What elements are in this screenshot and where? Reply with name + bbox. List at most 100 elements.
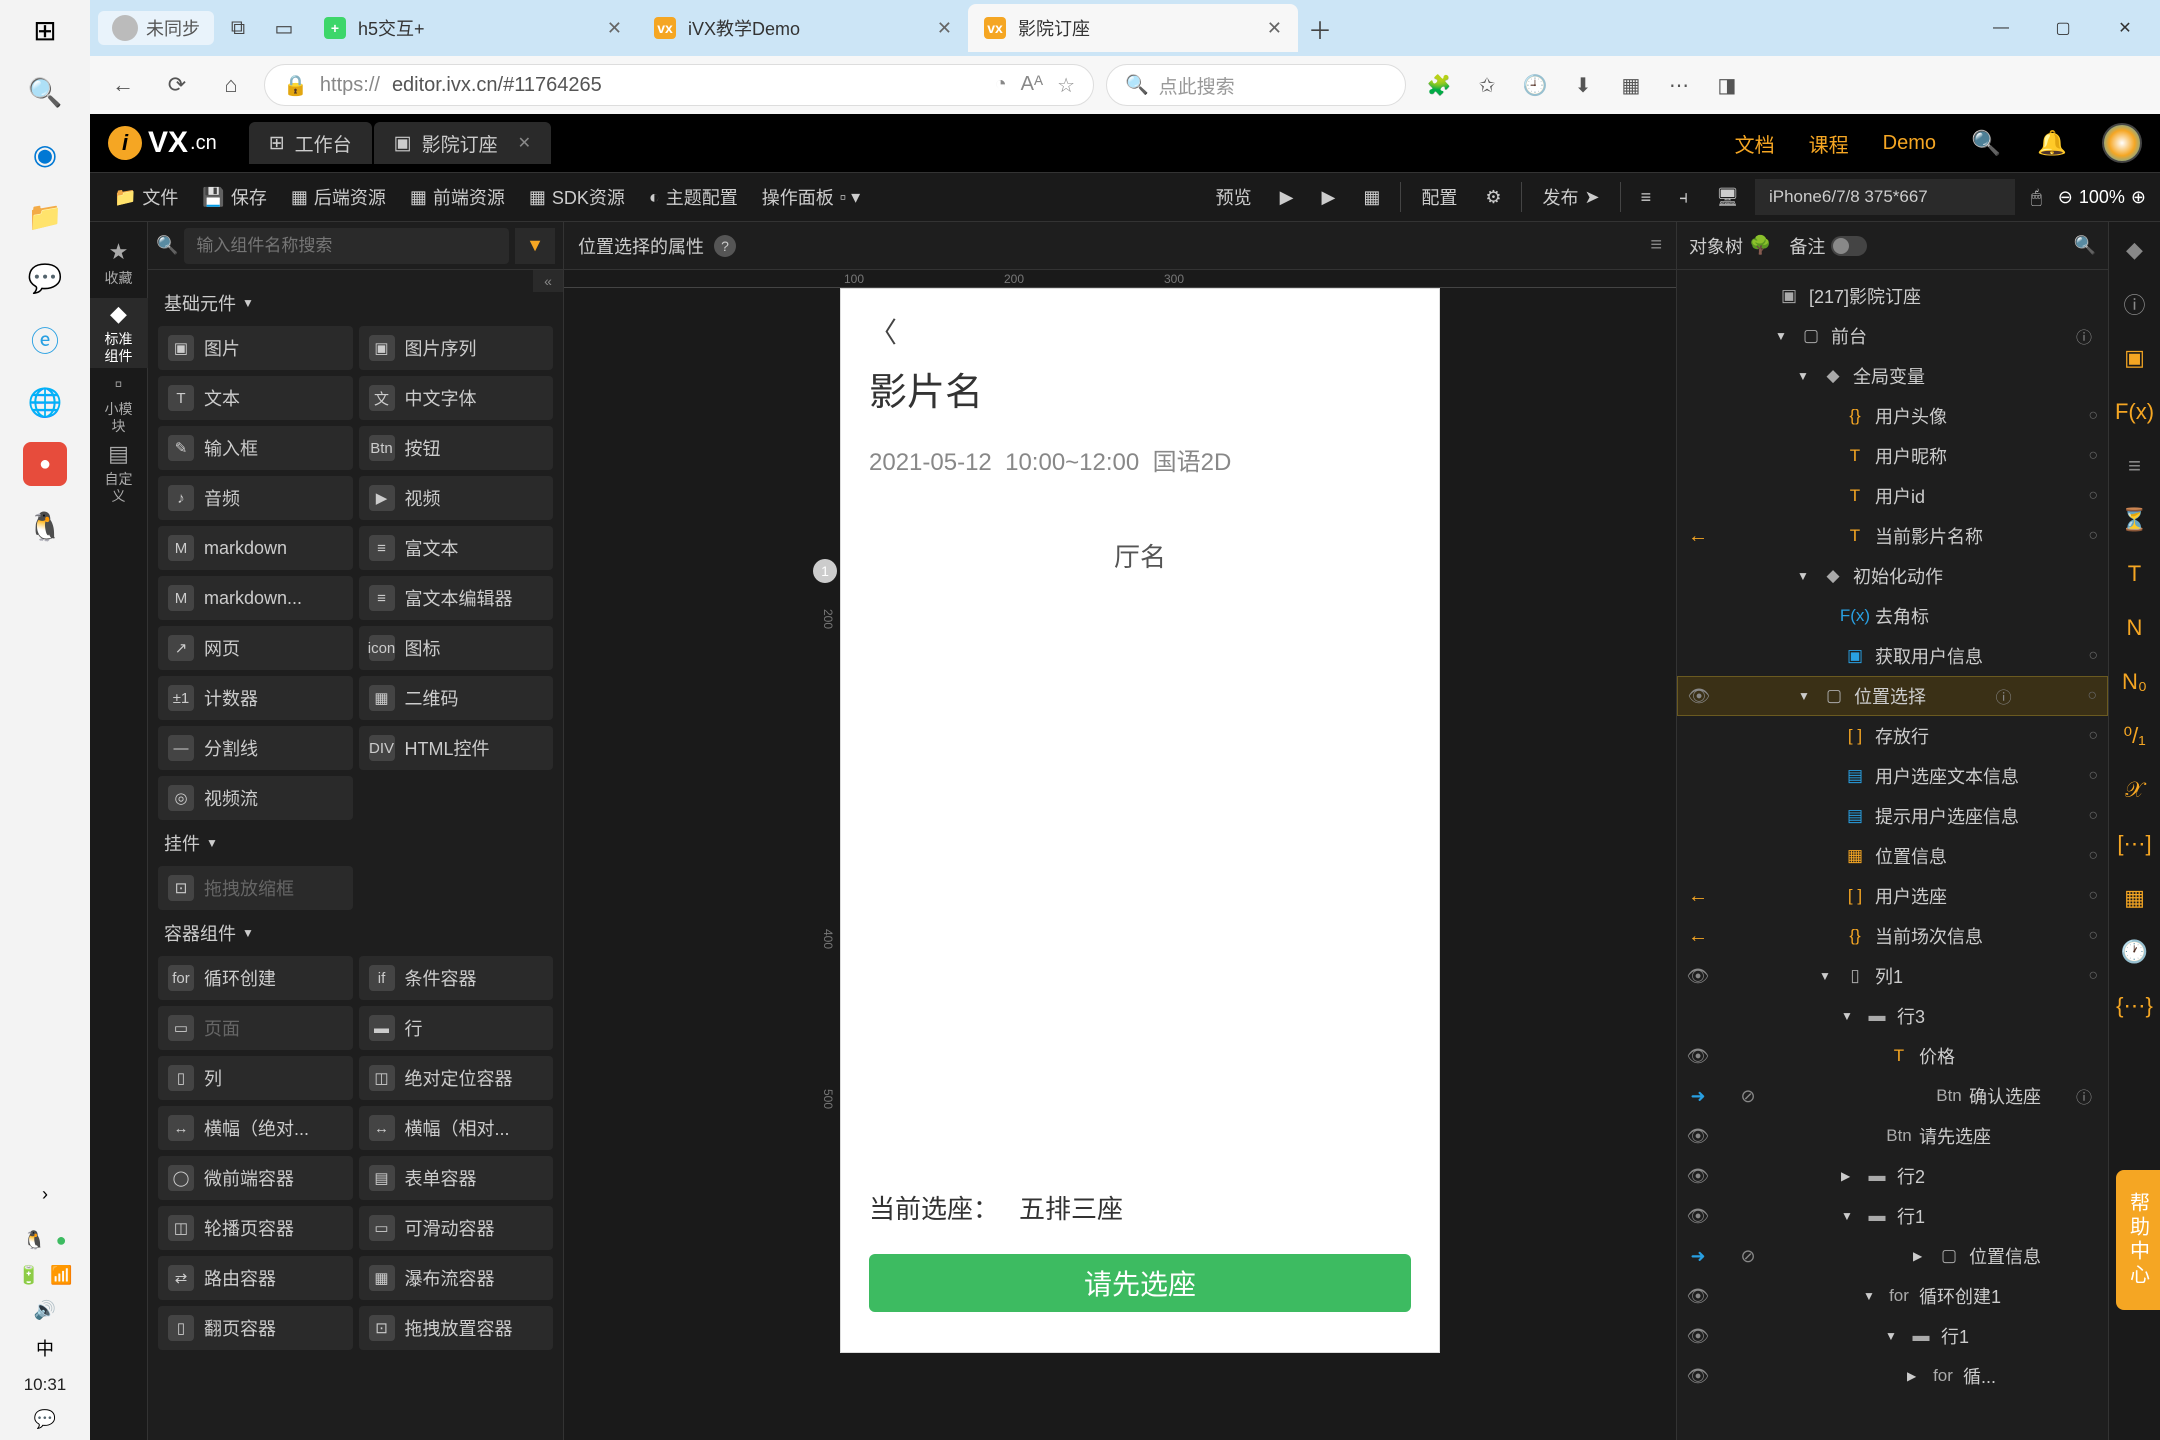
component-item[interactable]: ±1计数器 [158, 676, 353, 720]
tray-qq-icon[interactable]: 🐧 [23, 1230, 45, 1251]
strip-layers-icon[interactable]: ≡ [2117, 448, 2153, 484]
strip-fx-icon[interactable]: F(x) [2117, 394, 2153, 430]
info-icon[interactable]: ⓘ [2076, 1084, 2092, 1108]
ime-icon[interactable]: 中 [36, 1335, 54, 1361]
tree-node[interactable]: F(x)去角标 [1677, 596, 2108, 636]
close-tab-icon[interactable]: ✕ [607, 18, 622, 39]
close-window-button[interactable]: ✕ [2098, 8, 2152, 48]
component-item[interactable]: —分割线 [158, 726, 353, 770]
edge-icon[interactable]: ◉ [23, 132, 67, 176]
expand-icon[interactable]: ▼ [1863, 1289, 1879, 1303]
device-icon[interactable]: 🖥 [1704, 179, 1751, 215]
course-link[interactable]: 课程 [1809, 129, 1849, 158]
component-item[interactable]: ▣图片序列 [359, 326, 554, 370]
refresh-button[interactable]: ⟳ [156, 64, 198, 106]
left-nav-item[interactable]: ★收藏 [90, 228, 148, 298]
arrow-back-icon[interactable]: ← [1677, 925, 1719, 948]
cursor-icon[interactable]: 🖱 [2019, 179, 2054, 215]
tray-expand-icon[interactable]: › [23, 1172, 67, 1216]
tree-node[interactable]: ▤用户选座文本信息○ [1677, 756, 2108, 796]
file-menu[interactable]: 📁 文件 [104, 179, 188, 215]
visibility-icon[interactable]: 👁 [1677, 1046, 1719, 1067]
strip-t-icon[interactable]: T [2117, 556, 2153, 592]
strip-n-icon[interactable]: N [2117, 610, 2153, 646]
publish-button[interactable]: 发布➤ [1530, 179, 1611, 215]
tree-node[interactable]: [ ]存放行○ [1677, 716, 2108, 756]
tree-node[interactable]: ▤提示用户选座信息○ [1677, 796, 2108, 836]
tree-node[interactable]: ←T当前影片名称○ [1677, 516, 2108, 556]
component-item[interactable]: ▦二维码 [359, 676, 554, 720]
component-item[interactable]: ↔横幅（绝对... [158, 1106, 353, 1150]
ie-icon[interactable]: ⓔ [23, 318, 67, 362]
tree-node[interactable]: 👁▼for循环创建1 [1677, 1276, 2108, 1316]
component-item[interactable]: ⇄路由容器 [158, 1256, 353, 1300]
section-header[interactable]: 容器组件 ▼ [158, 910, 553, 956]
search-app-icon[interactable]: 🔍 [1970, 127, 2002, 159]
strip-cube-icon[interactable]: ◆ [2117, 232, 2153, 268]
component-item[interactable]: ▬行 [359, 1006, 554, 1050]
notes-toggle[interactable] [1831, 236, 1867, 256]
tree-node[interactable]: ←[ ]用户选座○ [1677, 876, 2108, 916]
clock[interactable]: 10:31 [24, 1375, 67, 1395]
strip-info-icon[interactable]: ⓘ [2117, 286, 2153, 322]
tree-node[interactable]: ▣获取用户信息○ [1677, 636, 2108, 676]
tree-node[interactable]: ▣[217]影院订座 [1677, 276, 2108, 316]
strip-brace-icon[interactable]: {⋯} [2117, 988, 2153, 1024]
tree-node[interactable]: 👁▼▯列1○ [1677, 956, 2108, 996]
tree-node[interactable]: ➜⊘Btn确认选座ⓘ [1677, 1076, 2108, 1116]
sdk-res[interactable]: ▦ SDK资源 [519, 179, 635, 215]
settings-icon[interactable]: ⚙ [1473, 179, 1513, 215]
select-seat-button[interactable]: 请先选座 [869, 1254, 1411, 1312]
tree-node[interactable]: {}用户头像○ [1677, 396, 2108, 436]
visibility-icon[interactable]: 👁 [1677, 1366, 1719, 1387]
visibility-icon[interactable]: 👁 [1677, 1206, 1719, 1227]
component-item[interactable]: icon图标 [359, 626, 554, 670]
section-header[interactable]: 挂件 ▼ [158, 820, 553, 866]
panel-menu[interactable]: 操作面板▫ ▾ [752, 179, 870, 215]
tracking-icon[interactable]: ◔ [995, 73, 1007, 98]
component-item[interactable]: Btn按钮 [359, 426, 554, 470]
favorite-icon[interactable]: ☆ [1057, 73, 1075, 98]
back-button[interactable]: ← [102, 64, 144, 106]
left-nav-item[interactable]: ◆标准组件 [90, 298, 148, 368]
component-item[interactable]: ▭可滑动容器 [359, 1206, 554, 1250]
phone-preview[interactable]: 200 400 500 1 〈 影片名 2021-05-12 10:00~12:… [840, 288, 1440, 1353]
tab-object-tree[interactable]: 对象树 🌳 [1689, 233, 1771, 259]
component-item[interactable]: ↔横幅（相对... [359, 1106, 554, 1150]
arrow-back-icon[interactable]: ← [1677, 885, 1719, 908]
strip-n0-icon[interactable]: N₀ [2117, 664, 2153, 700]
component-item[interactable]: ✎输入框 [158, 426, 353, 470]
chrome-icon[interactable]: 🌐 [23, 380, 67, 424]
demo-link[interactable]: Demo [1883, 132, 1936, 155]
help-center-tab[interactable]: 帮助中心 [2116, 1170, 2160, 1310]
frontend-res[interactable]: ▦ 前端资源 [400, 179, 515, 215]
tree-node[interactable]: 👁T价格 [1677, 1036, 2108, 1076]
user-avatar[interactable] [2102, 123, 2142, 163]
strip-01-icon[interactable]: ⁰/₁ [2117, 718, 2153, 754]
visibility-icon[interactable]: 👁 [1677, 1286, 1719, 1307]
tree-node[interactable]: ▼▢前台ⓘ [1677, 316, 2108, 356]
component-item[interactable]: ◯微前端容器 [158, 1156, 353, 1200]
zoom-control[interactable]: ⊖ 100% ⊕ [2058, 187, 2146, 208]
component-item[interactable]: ⊡拖拽放缩框 [158, 866, 353, 910]
tree-node[interactable]: 👁▼▬行1 [1677, 1196, 2108, 1236]
expand-icon[interactable]: ▼ [1775, 329, 1791, 343]
minimize-button[interactable]: — [1974, 8, 2028, 48]
component-item[interactable]: ◎视频流 [158, 776, 353, 820]
component-item[interactable]: T文本 [158, 376, 353, 420]
back-icon[interactable]: 〈 [869, 311, 1411, 351]
info-icon[interactable]: ⓘ [1996, 684, 2012, 708]
component-item[interactable]: ▭页面 [158, 1006, 353, 1050]
theme-config[interactable]: ◐ 主题配置 [639, 179, 748, 215]
expand-icon[interactable]: ▼ [1885, 1329, 1901, 1343]
tree-node[interactable]: 👁▶for循... [1677, 1356, 2108, 1396]
component-item[interactable]: ≡富文本编辑器 [359, 576, 554, 620]
tree-node[interactable]: ▼▬行3 [1677, 996, 2108, 1036]
volume-icon[interactable]: 🔊 [34, 1300, 56, 1321]
tree-node[interactable]: T用户id○ [1677, 476, 2108, 516]
component-item[interactable]: ◫绝对定位容器 [359, 1056, 554, 1100]
task-icon[interactable]: 🔍 [23, 70, 67, 114]
visibility-icon[interactable]: 👁 [1677, 1126, 1719, 1147]
component-item[interactable]: 文中文字体 [359, 376, 554, 420]
profile-chip[interactable]: 未同步 [98, 11, 214, 45]
